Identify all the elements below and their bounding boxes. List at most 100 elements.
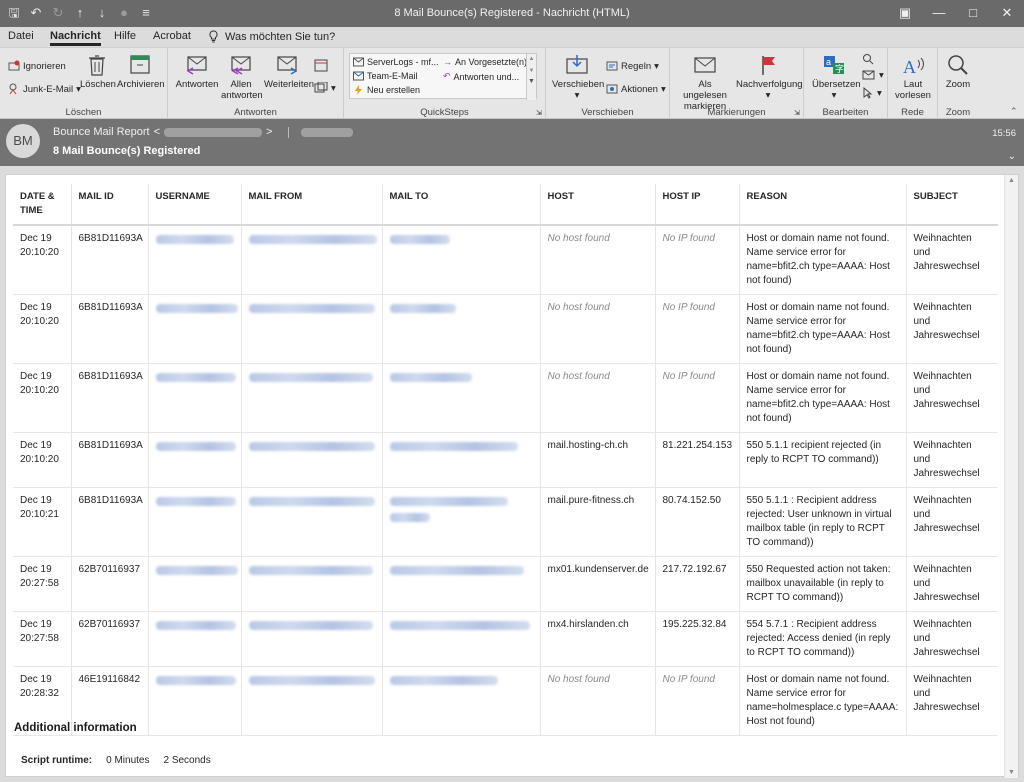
maximize-button[interactable]: □: [956, 0, 990, 27]
col-reason: REASON: [739, 184, 907, 226]
table-row: Dec 19 20:10:20 6B81D11693A mail.hosting-c…: [13, 432, 998, 488]
cell-mail-id: 6B81D11693A: [71, 225, 149, 295]
cell-subject: Weihnachten und Jahreswechsel: [906, 611, 998, 667]
read-aloud-button[interactable]: A Laut vorlesen: [892, 53, 934, 101]
sender-line[interactable]: Bounce Mail Report < >: [53, 126, 354, 138]
table-row: Dec 19 20:10:20 6B81D11693A No host found N…: [13, 363, 998, 433]
redacted-value: [389, 620, 530, 630]
junk-mail-button[interactable]: Junk-E-Mail ▾: [8, 83, 81, 95]
tab-acrobat[interactable]: Acrobat: [153, 30, 191, 42]
quickstep-team-email[interactable]: Team-E-Mail: [353, 71, 418, 81]
rules-button[interactable]: Regeln ▾: [606, 60, 659, 72]
scroll-up-icon[interactable]: ▲: [1008, 177, 1015, 184]
redacted-value: [155, 372, 236, 382]
close-button[interactable]: ✕: [990, 0, 1024, 27]
redacted-value: [248, 234, 377, 244]
cell-reason: 550 5.1.1 recipient rejected (in reply t…: [739, 432, 907, 488]
cell-host: mx4.hirslanden.ch: [540, 611, 656, 667]
reply-all-button[interactable]: Allen antworten: [220, 53, 263, 101]
quickstep-to-manager[interactable]: → An Vorgesetzte(n): [443, 57, 527, 67]
meeting-button[interactable]: [314, 58, 328, 72]
quicksteps-scrollbar[interactable]: ▲ ▼ ▼: [526, 54, 536, 100]
search-icon: [863, 54, 874, 65]
quickstep-new[interactable]: Neu erstellen: [353, 85, 420, 95]
cell-mail-to: [382, 611, 541, 667]
redacted-value: [248, 303, 375, 313]
col-date: DATE & TIME: [13, 184, 72, 226]
table-header-row: DATE & TIME MAIL ID USERNAME MAIL FROM M…: [13, 184, 998, 226]
cell-subject: Weihnachten und Jahreswechsel: [906, 556, 998, 612]
group-label: Verschieben: [581, 107, 634, 118]
followup-button[interactable]: Nachverfolgung ▾: [736, 53, 803, 101]
cell-mail-from: [241, 611, 383, 667]
redacted-value: [389, 372, 472, 382]
tab-nachricht[interactable]: Nachricht: [50, 30, 101, 46]
forward-button[interactable]: Weiterleiten: [264, 53, 314, 90]
tell-me-box[interactable]: Was möchten Sie tun?: [208, 30, 335, 43]
separator: [288, 126, 290, 138]
tab-datei[interactable]: Datei: [8, 30, 34, 42]
cell-mail-to: [382, 487, 541, 557]
group-rede: A Laut vorlesen Rede: [888, 48, 938, 120]
related-button[interactable]: ▾: [862, 70, 884, 81]
quickstep-serverlogs[interactable]: ServerLogs - mf...: [353, 57, 439, 67]
translate-button[interactable]: a字 Übersetzen ▾: [812, 53, 861, 101]
message-subject: 8 Mail Bounce(s) Registered: [53, 145, 201, 157]
cell-mail-from: [241, 363, 383, 433]
dropdown-arrow-icon: ▾: [331, 82, 336, 94]
cell-username: [148, 611, 242, 667]
table-row: Dec 19 20:10:20 6B81D11693A No host found N…: [13, 294, 998, 364]
tell-me-label: Was möchten Sie tun?: [225, 30, 336, 43]
lightbulb-icon: [209, 30, 218, 43]
quickstep-reply-delete[interactable]: ↶ Antworten und...: [443, 71, 519, 82]
cell-date: Dec 19 20:10:20: [13, 225, 72, 295]
cell-host: No host found: [540, 363, 656, 433]
cell-username: [148, 363, 242, 433]
scroll-down-icon[interactable]: ▼: [1008, 769, 1015, 776]
avatar[interactable]: BM: [6, 124, 40, 158]
tab-hilfe[interactable]: Hilfe: [114, 30, 136, 42]
archive-button[interactable]: Archivieren: [117, 53, 165, 90]
minimize-button[interactable]: —: [922, 0, 956, 27]
move-button[interactable]: Verschieben ▾: [552, 53, 604, 101]
ribbon-display-icon[interactable]: ▣: [888, 0, 922, 27]
group-label: Zoom: [945, 107, 971, 118]
cell-username: [148, 556, 242, 612]
chevron-down-icon[interactable]: ⌄: [1008, 151, 1016, 162]
cell-date: Dec 19 20:10:20: [13, 363, 72, 433]
find-button[interactable]: [862, 53, 874, 65]
vertical-scrollbar[interactable]: ▲ ▼: [1004, 175, 1018, 778]
cell-mail-id: 62B70116937: [71, 611, 149, 667]
ignore-button[interactable]: Ignorieren: [8, 60, 66, 72]
cell-mail-to: [382, 666, 541, 736]
collapse-ribbon-icon[interactable]: ⌃: [1010, 106, 1018, 117]
redacted-value: [389, 234, 450, 244]
redacted-value: [155, 441, 236, 451]
rules-icon: [606, 61, 618, 71]
cell-subject: Weihnachten und Jahreswechsel: [906, 487, 998, 557]
actions-button[interactable]: Aktionen ▾: [606, 83, 666, 95]
cell-subject: Weihnachten und Jahreswechsel: [906, 666, 998, 736]
cell-host-ip: No IP found: [655, 294, 740, 364]
cell-host-ip: 80.74.152.50: [655, 487, 740, 557]
dropdown-arrow-icon: ▾: [879, 70, 884, 81]
dialog-launcher-icon[interactable]: ⇲: [536, 109, 542, 117]
table-row: Dec 19 20:10:20 6B81D11693A No host found N…: [13, 225, 998, 295]
zoom-button[interactable]: Zoom: [942, 53, 974, 90]
more-respond-button[interactable]: ▾: [314, 82, 336, 94]
delete-button[interactable]: Löschen: [80, 53, 116, 90]
cell-reason: 550 5.1.1 : Recipient address rejected: …: [739, 487, 907, 557]
title-bar: 🖫 ↶ ↻ ↑ ↓ ● ≡ 8 Mail Bounce(s) Registere…: [0, 0, 1024, 27]
redacted-value: [389, 513, 430, 522]
reply-button[interactable]: Antworten: [174, 53, 220, 90]
cursor-icon: [863, 87, 873, 99]
group-loeschen: Ignorieren Junk-E-Mail ▾ Löschen Archivie…: [0, 48, 168, 120]
recipient-redacted: [301, 127, 354, 137]
svg-text:字: 字: [835, 63, 844, 74]
select-button[interactable]: ▾: [862, 87, 882, 99]
mark-unread-button[interactable]: Als ungelesen markieren: [674, 53, 736, 112]
unread-mail-icon: [694, 57, 716, 73]
cell-date: Dec 19 20:10:21: [13, 487, 72, 557]
message-time: 15:56: [992, 128, 1016, 139]
dialog-launcher-icon[interactable]: ⇲: [794, 109, 800, 117]
